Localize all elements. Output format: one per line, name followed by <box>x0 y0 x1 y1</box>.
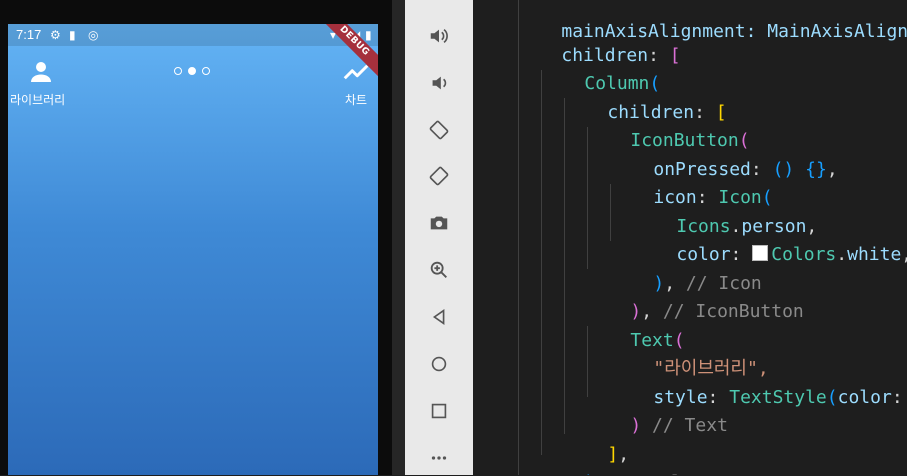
library-button[interactable] <box>26 57 56 87</box>
code-line: ) // Text <box>630 415 728 436</box>
volume-down-button[interactable] <box>405 65 473 101</box>
code-line: ), // Icon <box>653 273 762 294</box>
rotate-left-icon <box>429 120 449 140</box>
rotate-left-button[interactable] <box>405 112 473 148</box>
code-line: ), // Column <box>541 441 714 475</box>
sync-icon: ◎ <box>88 28 99 42</box>
emulator-device-frame: 7:17 ⚙ ▮ ◎ ▾ ◢ ▮ DEBUG 라이브러리 차트 <box>0 0 392 475</box>
code-line: children: [ <box>561 45 681 66</box>
back-icon <box>432 308 445 326</box>
overview-icon <box>431 403 447 419</box>
status-bar: 7:17 ⚙ ▮ ◎ ▾ ◢ ▮ <box>8 24 378 46</box>
page-dot-active[interactable] <box>188 67 196 75</box>
volume-up-button[interactable] <box>405 18 473 54</box>
code-line: Column( <box>584 73 661 94</box>
code-line: icon: Icon( <box>653 187 773 208</box>
back-button[interactable] <box>405 299 473 335</box>
code-line: IconButton( <box>630 130 750 151</box>
settings-icon: ⚙ <box>50 28 61 42</box>
zoom-button[interactable] <box>405 252 473 288</box>
more-button[interactable] <box>405 440 473 476</box>
battery-icon: ▮ <box>365 28 372 42</box>
code-editor[interactable]: mainAxisAlignment: MainAxisAlignment chi… <box>473 0 907 475</box>
trending-up-icon <box>343 64 369 80</box>
emulator-toolbar <box>392 0 473 475</box>
rotate-right-button[interactable] <box>405 158 473 194</box>
volume-up-icon <box>430 28 448 44</box>
code-line: children: [ <box>607 102 727 123</box>
indent-guide <box>541 70 542 455</box>
zoom-icon <box>430 261 447 278</box>
rotate-right-icon <box>429 166 449 186</box>
code-line: Icons.person, <box>676 216 818 237</box>
code-line: onPressed: () {}, <box>653 159 838 180</box>
code-line: Text( <box>630 330 685 351</box>
page-indicator <box>174 66 210 76</box>
code-line: color: Colors.white, <box>676 244 907 265</box>
library-label: 라이브러리 <box>10 93 66 107</box>
app-screen: 7:17 ⚙ ▮ ◎ ▾ ◢ ▮ DEBUG 라이브러리 차트 <box>8 24 378 475</box>
screenshot-button[interactable] <box>405 205 473 241</box>
more-icon <box>431 456 447 460</box>
home-button[interactable] <box>405 346 473 382</box>
chart-button[interactable] <box>341 57 371 87</box>
code-line: ), // IconButton <box>630 301 804 322</box>
sd-card-icon: ▮ <box>69 28 76 42</box>
camera-icon <box>430 216 448 230</box>
code-line: style: TextStyle(color: <box>653 387 903 408</box>
home-icon <box>431 356 447 372</box>
status-time: 7:17 <box>16 27 42 42</box>
code-line: "라이브러리", <box>610 327 768 379</box>
volume-down-icon <box>432 76 447 90</box>
page-dot[interactable] <box>202 67 210 75</box>
page-dot[interactable] <box>174 67 182 75</box>
person-icon <box>31 62 51 82</box>
chart-label: 차트 <box>345 93 368 107</box>
toolbar-edge <box>392 0 405 475</box>
code-line: ], <box>607 444 630 465</box>
overview-button[interactable] <box>405 393 473 429</box>
